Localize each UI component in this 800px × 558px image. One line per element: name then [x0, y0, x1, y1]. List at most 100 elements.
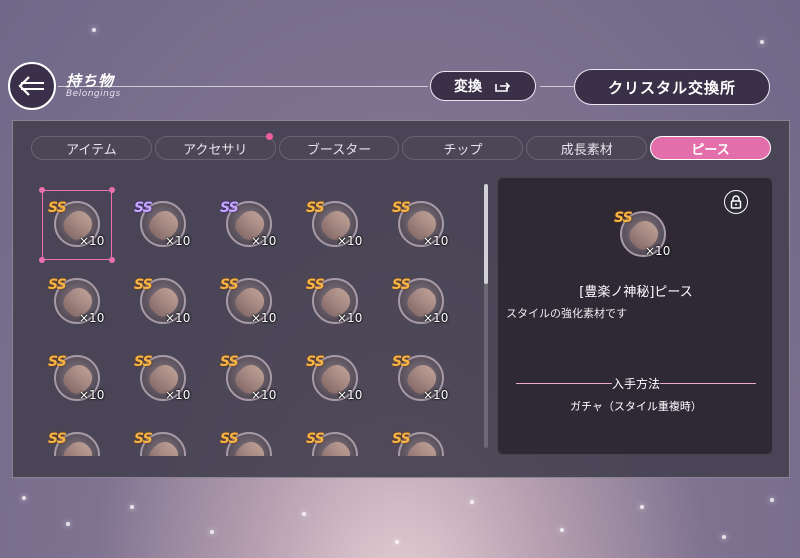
rank-badge: SS — [306, 200, 325, 216]
convert-button-label: 変換 — [454, 79, 482, 95]
back-button[interactable] — [8, 62, 56, 110]
sparkle — [302, 512, 306, 516]
export-icon — [495, 82, 511, 92]
quantity-label: ×10 — [79, 311, 105, 325]
rank-badge: SS — [392, 200, 411, 216]
piece-item[interactable]: SS ×10 — [376, 263, 462, 341]
piece-item[interactable]: SS ×10 — [118, 340, 204, 418]
piece-item[interactable]: SS ×10 — [32, 263, 118, 341]
rank-badge: SS — [306, 431, 325, 447]
rank-badge: SS — [48, 354, 67, 370]
scrollbar-thumb[interactable] — [484, 184, 488, 284]
crystal-exchange-button[interactable]: クリスタル交換所 — [574, 69, 770, 105]
piece-item[interactable]: SS ×10 — [32, 340, 118, 418]
page-title: 持ち物 — [66, 72, 115, 90]
tab-boosters[interactable]: ブースター — [278, 136, 400, 160]
quantity-label: ×10 — [337, 311, 363, 325]
rank-badge: SS — [220, 354, 239, 370]
quantity-label: ×10 — [423, 311, 449, 325]
tab-chips[interactable]: チップ — [402, 136, 524, 160]
quantity-label: ×10 — [251, 311, 277, 325]
rank-badge: SS — [392, 354, 411, 370]
piece-item[interactable]: SS ×10 — [118, 263, 204, 341]
piece-item[interactable]: SS ×10 — [290, 340, 376, 418]
piece-item[interactable]: SS — [32, 417, 118, 456]
rank-badge: SS — [306, 354, 325, 370]
rank-badge: SS — [134, 431, 153, 447]
notification-dot — [265, 133, 273, 140]
rank-badge: SS — [48, 277, 67, 293]
category-tabs: アイテム アクセサリ ブースター チップ 成長素材 ピース — [31, 133, 771, 160]
quantity-label: ×10 — [251, 388, 277, 402]
convert-button[interactable]: 変換 — [430, 71, 536, 101]
piece-item[interactable]: SS ×10 — [204, 263, 290, 341]
quantity-label: ×10 — [337, 388, 363, 402]
sparkle — [770, 498, 774, 502]
sparkle — [760, 40, 764, 44]
piece-item[interactable]: SS — [376, 417, 462, 456]
header-divider — [540, 86, 574, 87]
lock-button[interactable] — [724, 190, 748, 214]
item-name: [豊楽ノ神秘]ピース — [579, 285, 693, 300]
selection-corner — [39, 187, 45, 193]
arrow-left-icon — [18, 76, 44, 96]
detail-piece-icon: SS ×10 — [598, 196, 684, 274]
page-subtitle: Belongings — [66, 89, 121, 99]
crystal-exchange-label: クリスタル交換所 — [607, 78, 736, 97]
rank-badge: SS — [614, 210, 633, 226]
tab-growth-materials[interactable]: 成長素材 — [526, 136, 648, 160]
tab-items[interactable]: アイテム — [31, 136, 152, 160]
selection-corner — [109, 187, 115, 193]
rank-badge: SS — [134, 354, 153, 370]
tab-accessories[interactable]: アクセサリ — [154, 133, 276, 160]
rank-badge: SS — [392, 277, 411, 293]
piece-item[interactable]: SS — [204, 417, 290, 456]
piece-item[interactable]: SS ×10 — [204, 186, 290, 264]
quantity-label: ×10 — [423, 234, 449, 248]
quantity-label: ×10 — [645, 244, 671, 258]
piece-item[interactable]: SS ×10 — [290, 186, 376, 264]
rank-badge: SS — [220, 431, 239, 447]
rank-badge: SS — [306, 277, 325, 293]
sparkle — [66, 522, 70, 526]
quantity-label: ×10 — [423, 388, 449, 402]
piece-item[interactable]: SS ×10 — [204, 340, 290, 418]
sparkle — [470, 500, 474, 504]
quantity-label: ×10 — [79, 388, 105, 402]
tab-label: アクセサリ — [183, 142, 248, 158]
piece-item[interactable]: SS — [290, 417, 376, 456]
acquisition-method: ガチャ（スタイル重複時） — [570, 400, 702, 413]
piece-item[interactable]: SS ×10 — [376, 340, 462, 418]
piece-grid: SS ×10 SS ×10 SS ×10 SS ×10 SS ×10 SS ×10 SS ×10 SS ×10… — [32, 186, 472, 456]
grid-scrollbar[interactable] — [484, 184, 488, 448]
sparkle — [560, 528, 564, 532]
tab-label: アイテム — [66, 142, 117, 158]
piece-item[interactable]: SS ×10 — [290, 263, 376, 341]
item-detail-panel: SS ×10 [豊楽ノ神秘]ピース スタイルの強化素材です 入手方法 ガチャ（ス… — [497, 177, 773, 455]
sparkle — [640, 505, 644, 509]
piece-item[interactable]: SS ×10 — [118, 186, 204, 264]
lock-icon — [730, 195, 742, 209]
sparkle — [92, 28, 96, 32]
piece-item[interactable]: SS ×10 — [32, 186, 118, 264]
rank-badge: SS — [392, 431, 411, 447]
tab-label: ブースター — [306, 142, 372, 158]
quantity-label: ×10 — [165, 234, 191, 248]
tab-label: 成長素材 — [560, 142, 613, 158]
rank-badge: SS — [220, 277, 239, 293]
rank-badge: SS — [134, 277, 153, 293]
tab-label: ピース — [691, 142, 730, 158]
quantity-label: ×10 — [251, 234, 277, 248]
acquisition-heading: 入手方法 — [611, 377, 660, 391]
sparkle — [22, 496, 26, 500]
sparkle — [210, 530, 214, 534]
tab-label: チップ — [443, 142, 483, 158]
tab-pieces[interactable]: ピース — [650, 136, 771, 160]
sparkle — [722, 535, 726, 539]
sparkle — [395, 540, 399, 544]
piece-item[interactable]: SS ×10 — [376, 186, 462, 264]
rank-badge: SS — [220, 200, 239, 216]
piece-item[interactable]: SS — [118, 417, 204, 456]
rank-badge: SS — [134, 200, 153, 216]
quantity-label: ×10 — [337, 234, 363, 248]
